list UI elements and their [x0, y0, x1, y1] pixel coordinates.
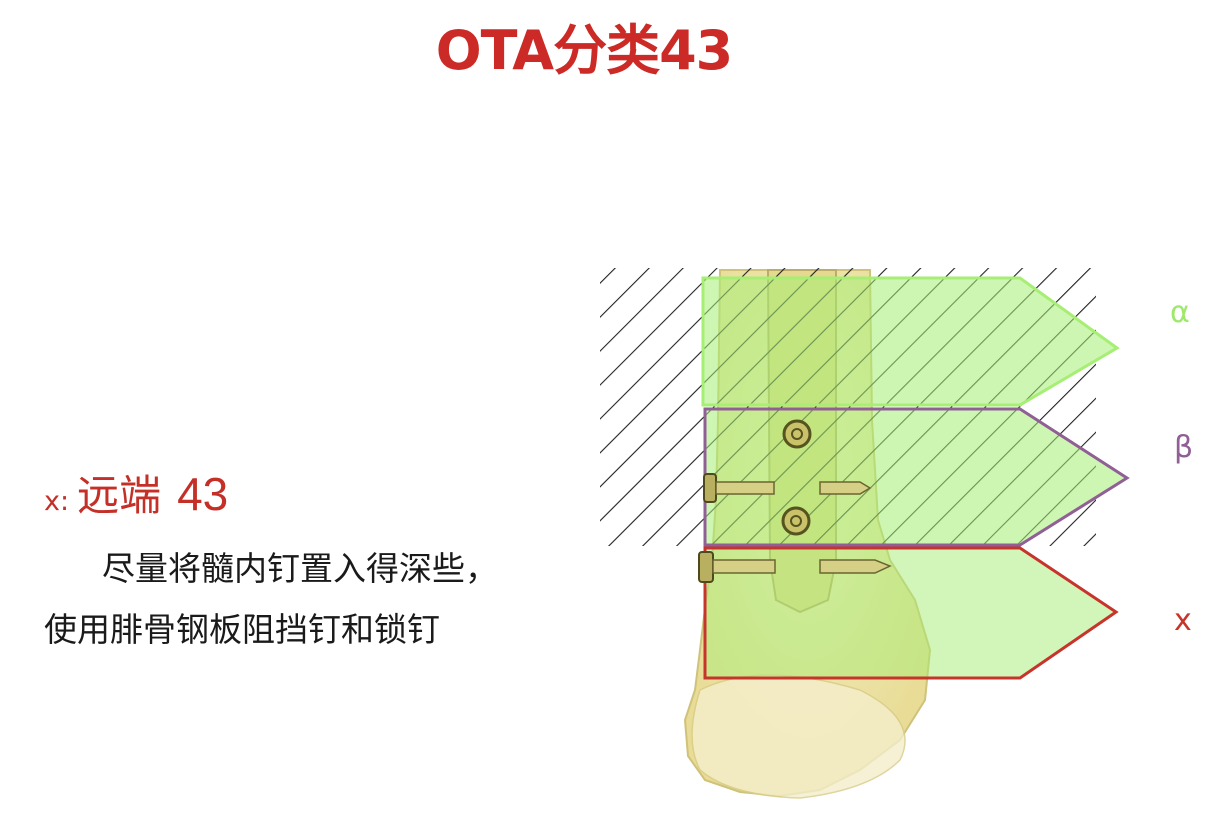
tibia-zone-diagram [600, 268, 1130, 799]
zone-beta-label: β [1174, 430, 1194, 465]
slide: OTA分类43 x: 远端 43 尽量将髓内钉置入得深些， 使用腓骨钢板阻挡钉和… [0, 0, 1228, 816]
zone-alpha-label: α [1170, 295, 1190, 330]
locking-screw-upper [782, 419, 812, 449]
zone-x-label: x [1174, 603, 1192, 638]
locking-screw-lower [781, 506, 811, 536]
